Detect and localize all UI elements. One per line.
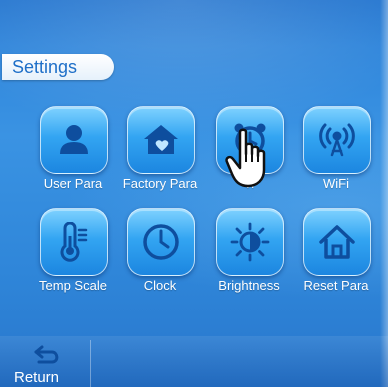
factory-home-icon [144, 125, 178, 154]
wifi-antenna-icon [319, 123, 355, 157]
user-icon [60, 125, 88, 154]
hand-pointer-icon [225, 128, 266, 188]
divider [90, 340, 91, 387]
return-label: Return [14, 369, 60, 386]
return-button[interactable]: Return [0, 338, 90, 387]
reset-para-label: Reset Para [303, 278, 369, 293]
factory-para-button[interactable] [127, 106, 195, 174]
thermometer-icon [60, 222, 88, 262]
settings-section-tab: Settings [2, 54, 114, 80]
reset-para-button[interactable] [303, 208, 371, 276]
brightness-icon [230, 222, 270, 262]
clock-button[interactable] [127, 208, 195, 276]
top-bar [0, 0, 388, 46]
wifi-label: WiFi [323, 176, 349, 191]
temp-scale-button[interactable] [40, 208, 108, 276]
clock-icon [143, 224, 179, 260]
settings-screen: Settings User Para Factory Para Ti [0, 0, 388, 387]
house-icon [319, 225, 355, 259]
wifi-button[interactable] [303, 106, 371, 174]
screen-edge [380, 0, 388, 387]
section-title: Settings [12, 57, 78, 77]
brightness-button[interactable] [216, 208, 284, 276]
return-arrow-icon [34, 345, 59, 364]
user-para-button[interactable] [40, 106, 108, 174]
